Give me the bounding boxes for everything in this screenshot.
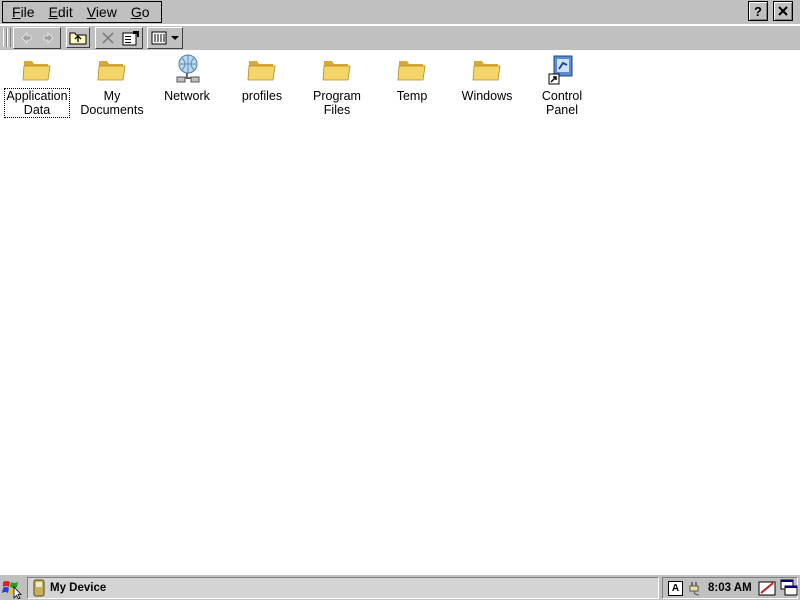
menu-edit-label: dit xyxy=(57,4,73,20)
menu-go-label: o xyxy=(141,4,150,20)
device-icon xyxy=(33,579,45,597)
menu-edit-accel: E xyxy=(48,4,58,20)
close-icon xyxy=(778,6,788,16)
item-label: Windows xyxy=(461,89,513,103)
folder-icon xyxy=(97,61,126,81)
menu-view[interactable]: View xyxy=(80,3,124,21)
input-indicator-label: A xyxy=(671,582,680,594)
item-network[interactable]: Network xyxy=(151,50,223,103)
file-view[interactable]: Application Data My Documents Network pr… xyxy=(0,50,800,574)
taskbar: My Device A 8:03 AM xyxy=(0,574,800,600)
help-button[interactable]: ? xyxy=(748,1,768,21)
view-mode-icon xyxy=(151,31,167,45)
system-tray: A 8:03 AM xyxy=(662,577,798,599)
delete-icon xyxy=(102,32,114,44)
power-plug-icon[interactable] xyxy=(686,579,704,597)
back-icon xyxy=(21,32,32,44)
close-button[interactable] xyxy=(773,1,793,21)
item-label: Application Data xyxy=(4,88,70,118)
menu-edit[interactable]: Edit xyxy=(42,3,80,21)
delete-button[interactable] xyxy=(97,28,119,48)
clock[interactable]: 8:03 AM xyxy=(708,582,752,594)
folder-icon xyxy=(22,61,51,81)
item-label: profiles xyxy=(241,89,283,103)
toolbar-grip-2 xyxy=(7,28,11,47)
task-my-device[interactable]: My Device xyxy=(27,577,659,599)
toolbar xyxy=(0,25,800,50)
forward-button[interactable] xyxy=(38,28,60,48)
start-button[interactable] xyxy=(1,577,23,600)
back-button[interactable] xyxy=(15,28,37,48)
item-my-documents[interactable]: My Documents xyxy=(76,50,148,117)
folder-icon xyxy=(397,61,426,81)
folder-icon xyxy=(322,61,351,81)
input-panel-button[interactable]: A xyxy=(668,580,683,596)
menu-group: File Edit View Go xyxy=(2,1,162,23)
item-windows[interactable]: Windows xyxy=(451,50,523,103)
control-panel-icon xyxy=(548,55,573,85)
folder-icon xyxy=(472,61,501,81)
item-temp[interactable]: Temp xyxy=(376,50,448,103)
windows-logo-icon xyxy=(2,581,22,600)
properties-icon xyxy=(122,31,139,46)
pen-tablet-icon[interactable] xyxy=(758,580,776,596)
help-label: ? xyxy=(754,3,762,19)
menu-view-label: iew xyxy=(95,4,117,20)
chevron-down-icon xyxy=(171,35,179,40)
view-mode-list xyxy=(149,28,169,48)
show-desktop-icon[interactable] xyxy=(780,579,798,597)
forward-icon xyxy=(43,32,54,44)
menu-go[interactable]: Go xyxy=(124,3,157,21)
menu-go-accel: G xyxy=(130,4,142,20)
up-folder-icon xyxy=(69,32,87,45)
item-program-files[interactable]: Program Files xyxy=(301,50,373,117)
item-label: Program Files xyxy=(313,89,361,117)
item-control-panel[interactable]: Control Panel xyxy=(526,50,598,117)
view-mode-dropdown[interactable] xyxy=(168,28,182,48)
item-profiles[interactable]: profiles xyxy=(226,50,298,103)
item-application-data[interactable]: Application Data xyxy=(1,50,73,118)
menu-file-accel: F xyxy=(12,4,21,20)
item-label: My Documents xyxy=(80,89,144,117)
menu-bar: File Edit View Go ? xyxy=(0,0,800,24)
folder-icon xyxy=(247,61,276,81)
item-label: Control Panel xyxy=(541,89,583,117)
menu-file[interactable]: File xyxy=(5,3,42,21)
menu-view-accel: V xyxy=(86,4,96,20)
item-label: Temp xyxy=(396,89,428,103)
properties-button[interactable] xyxy=(120,28,142,48)
up-folder-button[interactable] xyxy=(66,27,90,48)
menu-file-label: ile xyxy=(20,4,35,20)
item-label: Network xyxy=(164,89,210,103)
task-label: My Device xyxy=(50,582,107,594)
network-icon xyxy=(176,54,200,83)
